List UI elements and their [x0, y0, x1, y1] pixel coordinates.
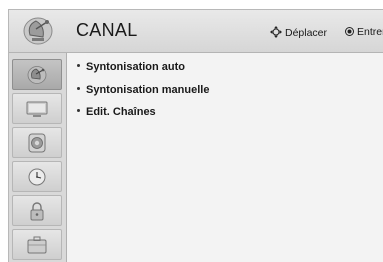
bullet-icon [77, 64, 80, 67]
menu-item-label: Edit. Chaînes [86, 106, 156, 118]
sidebar-item-audio[interactable] [12, 127, 62, 158]
category-sidebar [9, 53, 67, 262]
channel-menu-panel: Syntonisation auto Syntonisation manuell… [67, 53, 383, 262]
menu-item-manual-tuning[interactable]: Syntonisation manuelle [77, 84, 209, 96]
enter-hint-label: Entrer [357, 26, 383, 38]
header-bar: CANAL Déplacer Entrer [9, 10, 383, 53]
menu-item-auto-tuning[interactable]: Syntonisation auto [77, 61, 185, 73]
sidebar-item-picture[interactable] [12, 93, 62, 124]
sidebar-item-lock[interactable] [12, 195, 62, 226]
clock-icon [28, 168, 46, 186]
sidebar-item-options[interactable] [12, 229, 62, 260]
bullet-icon [77, 87, 80, 90]
sidebar-item-time[interactable] [12, 161, 62, 192]
ok-dot-icon [345, 27, 354, 36]
four-way-arrow-icon [270, 26, 282, 38]
page-title: CANAL [76, 20, 138, 40]
move-hint: Déplacer [270, 26, 327, 39]
lock-icon [30, 202, 44, 221]
bullet-icon [77, 109, 80, 112]
briefcase-icon [27, 236, 47, 254]
settings-screen: CANAL Déplacer Entrer Syntonisation auto… [8, 9, 383, 262]
speaker-icon [28, 133, 46, 153]
move-hint-label: Déplacer [285, 27, 328, 39]
sidebar-item-channel[interactable] [12, 59, 62, 90]
satellite-dish-icon [27, 66, 47, 84]
menu-item-label: Syntonisation manuelle [86, 84, 210, 96]
menu-item-channel-edit[interactable]: Edit. Chaînes [77, 106, 156, 118]
enter-hint: Entrer [345, 26, 383, 38]
menu-item-label: Syntonisation auto [86, 61, 185, 73]
tv-screen-icon [26, 101, 48, 117]
satellite-dish-icon [23, 17, 53, 45]
